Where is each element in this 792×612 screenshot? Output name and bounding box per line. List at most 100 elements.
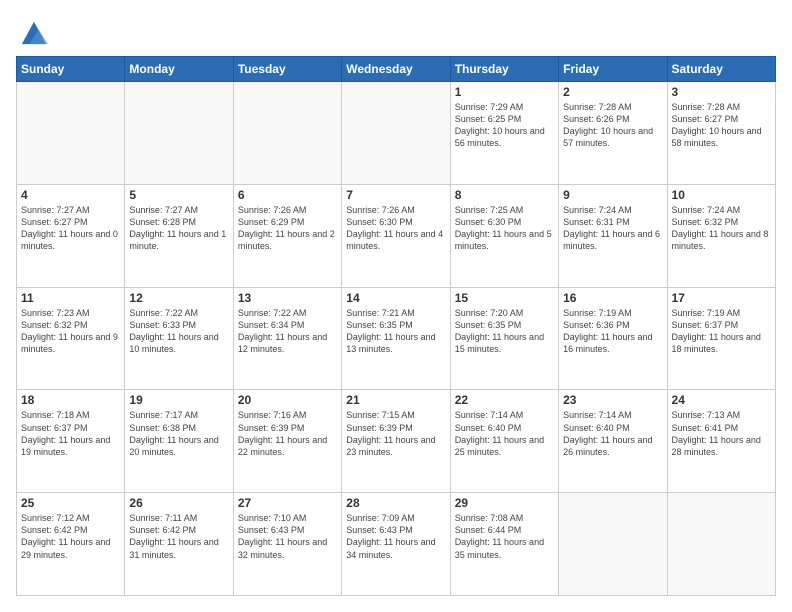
day-info: Sunrise: 7:24 AM Sunset: 6:31 PM Dayligh…	[563, 204, 662, 253]
day-cell: 16 Sunrise: 7:19 AM Sunset: 6:36 PM Dayli…	[559, 287, 667, 390]
day-number: 12	[129, 291, 228, 305]
week-row-2: 4 Sunrise: 7:27 AM Sunset: 6:27 PM Daylig…	[17, 184, 776, 287]
week-row-1: 1Sunrise: 7:29 AM Sunset: 6:25 PM Daylig…	[17, 82, 776, 185]
day-info: Sunrise: 7:14 AM Sunset: 6:40 PM Dayligh…	[455, 409, 554, 458]
day-cell	[233, 82, 341, 185]
day-info: Sunrise: 7:23 AM Sunset: 6:32 PM Dayligh…	[21, 307, 120, 356]
day-cell: 29 Sunrise: 7:08 AM Sunset: 6:44 PM Dayli…	[450, 493, 558, 596]
day-number: 21	[346, 393, 445, 407]
day-number: 11	[21, 291, 120, 305]
logo	[16, 16, 48, 46]
day-cell: 17 Sunrise: 7:19 AM Sunset: 6:37 PM Dayli…	[667, 287, 775, 390]
day-cell: 26 Sunrise: 7:11 AM Sunset: 6:42 PM Dayli…	[125, 493, 233, 596]
header	[16, 16, 776, 46]
page: SundayMondayTuesdayWednesdayThursdayFrid…	[0, 0, 792, 612]
day-number: 7	[346, 188, 445, 202]
day-info: Sunrise: 7:26 AM Sunset: 6:30 PM Dayligh…	[346, 204, 445, 253]
day-info: Sunrise: 7:28 AM Sunset: 6:27 PM Dayligh…	[672, 101, 771, 150]
day-number: 20	[238, 393, 337, 407]
day-info: Sunrise: 7:24 AM Sunset: 6:32 PM Dayligh…	[672, 204, 771, 253]
day-number: 2	[563, 85, 662, 99]
day-cell: 18 Sunrise: 7:18 AM Sunset: 6:37 PM Dayli…	[17, 390, 125, 493]
day-number: 10	[672, 188, 771, 202]
day-cell: 12Sunrise: 7:22 AM Sunset: 6:33 PM Dayli…	[125, 287, 233, 390]
day-info: Sunrise: 7:25 AM Sunset: 6:30 PM Dayligh…	[455, 204, 554, 253]
day-cell: 7 Sunrise: 7:26 AM Sunset: 6:30 PM Daylig…	[342, 184, 450, 287]
day-info: Sunrise: 7:15 AM Sunset: 6:39 PM Dayligh…	[346, 409, 445, 458]
day-number: 19	[129, 393, 228, 407]
day-cell	[667, 493, 775, 596]
day-cell: 21 Sunrise: 7:15 AM Sunset: 6:39 PM Dayli…	[342, 390, 450, 493]
day-info: Sunrise: 7:12 AM Sunset: 6:42 PM Dayligh…	[21, 512, 120, 561]
day-cell	[17, 82, 125, 185]
day-cell: 10 Sunrise: 7:24 AM Sunset: 6:32 PM Dayli…	[667, 184, 775, 287]
weekday-saturday: Saturday	[667, 57, 775, 82]
day-info: Sunrise: 7:27 AM Sunset: 6:27 PM Dayligh…	[21, 204, 120, 253]
day-number: 18	[21, 393, 120, 407]
day-info: Sunrise: 7:11 AM Sunset: 6:42 PM Dayligh…	[129, 512, 228, 561]
day-cell: 15Sunrise: 7:20 AM Sunset: 6:35 PM Dayli…	[450, 287, 558, 390]
day-info: Sunrise: 7:19 AM Sunset: 6:37 PM Dayligh…	[672, 307, 771, 356]
day-number: 9	[563, 188, 662, 202]
calendar-table: SundayMondayTuesdayWednesdayThursdayFrid…	[16, 56, 776, 596]
logo-icon	[20, 18, 48, 46]
day-info: Sunrise: 7:19 AM Sunset: 6:36 PM Dayligh…	[563, 307, 662, 356]
day-info: Sunrise: 7:29 AM Sunset: 6:25 PM Dayligh…	[455, 101, 554, 150]
weekday-header-row: SundayMondayTuesdayWednesdayThursdayFrid…	[17, 57, 776, 82]
day-cell	[342, 82, 450, 185]
day-number: 15	[455, 291, 554, 305]
day-info: Sunrise: 7:28 AM Sunset: 6:26 PM Dayligh…	[563, 101, 662, 150]
weekday-friday: Friday	[559, 57, 667, 82]
day-number: 3	[672, 85, 771, 99]
day-number: 16	[563, 291, 662, 305]
day-number: 23	[563, 393, 662, 407]
day-cell: 25 Sunrise: 7:12 AM Sunset: 6:42 PM Dayli…	[17, 493, 125, 596]
day-number: 17	[672, 291, 771, 305]
day-number: 28	[346, 496, 445, 510]
day-number: 5	[129, 188, 228, 202]
week-row-5: 25 Sunrise: 7:12 AM Sunset: 6:42 PM Dayli…	[17, 493, 776, 596]
week-row-3: 11 Sunrise: 7:23 AM Sunset: 6:32 PM Dayli…	[17, 287, 776, 390]
weekday-wednesday: Wednesday	[342, 57, 450, 82]
day-cell: 11 Sunrise: 7:23 AM Sunset: 6:32 PM Dayli…	[17, 287, 125, 390]
day-number: 13	[238, 291, 337, 305]
day-cell: 3 Sunrise: 7:28 AM Sunset: 6:27 PM Daylig…	[667, 82, 775, 185]
day-cell: 8 Sunrise: 7:25 AM Sunset: 6:30 PM Daylig…	[450, 184, 558, 287]
day-cell: 5 Sunrise: 7:27 AM Sunset: 6:28 PM Daylig…	[125, 184, 233, 287]
day-info: Sunrise: 7:27 AM Sunset: 6:28 PM Dayligh…	[129, 204, 228, 253]
weekday-monday: Monday	[125, 57, 233, 82]
day-info: Sunrise: 7:22 AM Sunset: 6:34 PM Dayligh…	[238, 307, 337, 356]
day-cell: 23Sunrise: 7:14 AM Sunset: 6:40 PM Dayli…	[559, 390, 667, 493]
day-cell: 6 Sunrise: 7:26 AM Sunset: 6:29 PM Daylig…	[233, 184, 341, 287]
day-number: 8	[455, 188, 554, 202]
day-info: Sunrise: 7:17 AM Sunset: 6:38 PM Dayligh…	[129, 409, 228, 458]
day-cell: 22 Sunrise: 7:14 AM Sunset: 6:40 PM Dayli…	[450, 390, 558, 493]
day-cell: 9 Sunrise: 7:24 AM Sunset: 6:31 PM Daylig…	[559, 184, 667, 287]
day-number: 6	[238, 188, 337, 202]
day-cell: 4 Sunrise: 7:27 AM Sunset: 6:27 PM Daylig…	[17, 184, 125, 287]
day-info: Sunrise: 7:09 AM Sunset: 6:43 PM Dayligh…	[346, 512, 445, 561]
day-cell: 24Sunrise: 7:13 AM Sunset: 6:41 PM Dayli…	[667, 390, 775, 493]
day-number: 26	[129, 496, 228, 510]
day-cell: 13 Sunrise: 7:22 AM Sunset: 6:34 PM Dayli…	[233, 287, 341, 390]
day-number: 27	[238, 496, 337, 510]
day-cell: 28 Sunrise: 7:09 AM Sunset: 6:43 PM Dayli…	[342, 493, 450, 596]
day-number: 22	[455, 393, 554, 407]
day-info: Sunrise: 7:26 AM Sunset: 6:29 PM Dayligh…	[238, 204, 337, 253]
day-cell: 19 Sunrise: 7:17 AM Sunset: 6:38 PM Dayli…	[125, 390, 233, 493]
day-info: Sunrise: 7:08 AM Sunset: 6:44 PM Dayligh…	[455, 512, 554, 561]
day-cell: 2 Sunrise: 7:28 AM Sunset: 6:26 PM Daylig…	[559, 82, 667, 185]
day-cell: 27Sunrise: 7:10 AM Sunset: 6:43 PM Dayli…	[233, 493, 341, 596]
day-number: 24	[672, 393, 771, 407]
day-number: 4	[21, 188, 120, 202]
weekday-thursday: Thursday	[450, 57, 558, 82]
day-number: 14	[346, 291, 445, 305]
day-cell: 1Sunrise: 7:29 AM Sunset: 6:25 PM Daylig…	[450, 82, 558, 185]
weekday-sunday: Sunday	[17, 57, 125, 82]
week-row-4: 18 Sunrise: 7:18 AM Sunset: 6:37 PM Dayli…	[17, 390, 776, 493]
day-number: 25	[21, 496, 120, 510]
day-cell	[125, 82, 233, 185]
day-number: 29	[455, 496, 554, 510]
day-info: Sunrise: 7:18 AM Sunset: 6:37 PM Dayligh…	[21, 409, 120, 458]
day-cell: 14Sunrise: 7:21 AM Sunset: 6:35 PM Dayli…	[342, 287, 450, 390]
